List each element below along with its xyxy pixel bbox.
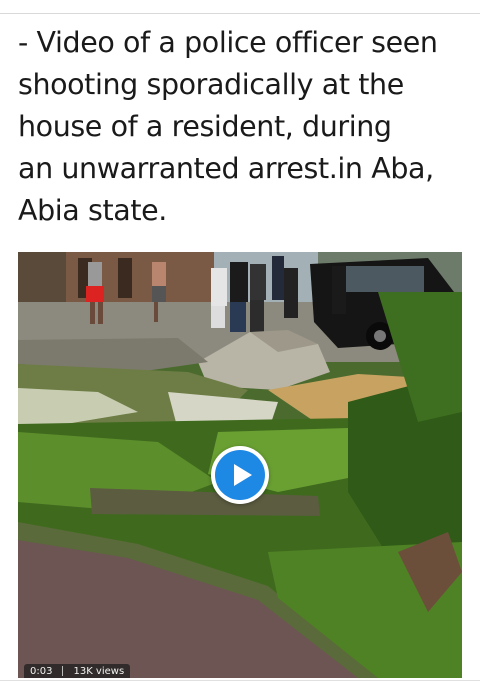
- video-duration: 0:03: [30, 666, 53, 677]
- video-meta-bar: 0:03 13K views: [24, 664, 131, 678]
- top-divider: [0, 13, 480, 14]
- play-button[interactable]: [211, 446, 269, 504]
- play-button-circle: [215, 450, 265, 500]
- bottom-divider: [0, 680, 480, 681]
- post-caption: - Video of a police officer seen shootin…: [18, 26, 438, 227]
- play-icon: [234, 464, 252, 486]
- meta-divider: [62, 666, 64, 676]
- video-player[interactable]: 0:03 13K views: [18, 252, 462, 678]
- video-views: 13K views: [73, 666, 125, 677]
